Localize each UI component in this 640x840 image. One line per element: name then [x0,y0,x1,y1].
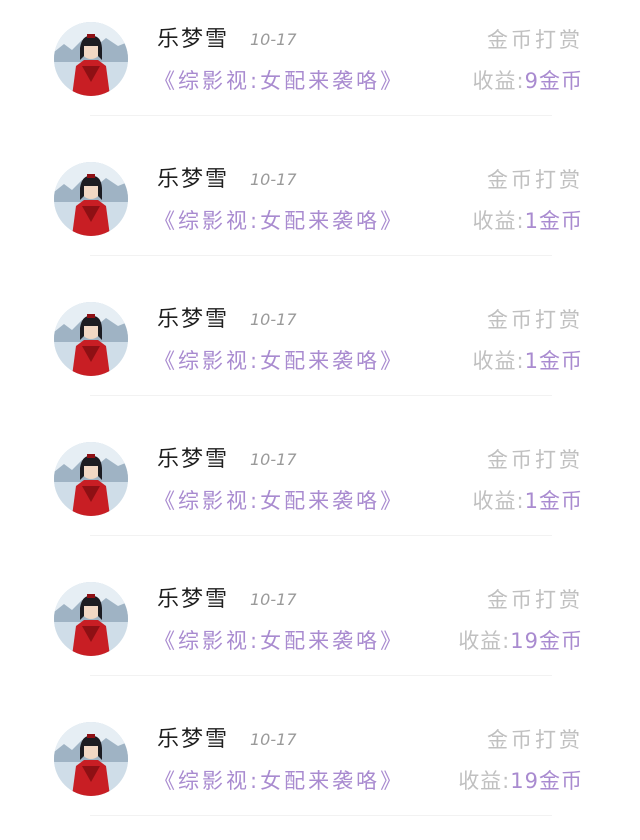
divider [90,675,552,676]
user-name[interactable]: 乐梦雪 [157,585,229,615]
income-label: 收益: [472,209,525,233]
income-value: 1金币 [524,489,583,513]
income-value: 9金币 [524,69,583,93]
reward-type-label: 金币打赏 [487,168,583,192]
reward-type-label: 金币打赏 [487,28,583,52]
list-item[interactable]: 乐梦雪 10-17 《综影视:女配来袭咯》 金币打赏 收益:19金币 [0,700,640,840]
income-label: 收益: [472,489,525,513]
reward-type-label: 金币打赏 [487,448,583,472]
list-item[interactable]: 乐梦雪 10-17 《综影视:女配来袭咯》 金币打赏 收益:9金币 [0,0,640,140]
list-item[interactable]: 乐梦雪 10-17 《综影视:女配来袭咯》 金币打赏 收益:1金币 [0,140,640,280]
avatar[interactable] [54,582,128,656]
list-item[interactable]: 乐梦雪 10-17 《综影视:女配来袭咯》 金币打赏 收益:19金币 [0,560,640,700]
reward-type-label: 金币打赏 [487,308,583,332]
book-title-link[interactable]: 《综影视:女配来袭咯》 [154,206,404,236]
avatar[interactable] [54,162,128,236]
avatar[interactable] [54,722,128,796]
reward-type-label: 金币打赏 [487,728,583,752]
avatar-image [54,582,128,656]
reward-type-label: 金币打赏 [487,588,583,612]
income-value: 1金币 [524,349,583,373]
income-value: 19金币 [510,629,583,653]
book-title-link[interactable]: 《综影视:女配来袭咯》 [154,486,404,516]
date-label: 10-17 [250,450,297,469]
avatar-image [54,442,128,516]
date-label: 10-17 [250,30,297,49]
reward-list: 乐梦雪 10-17 《综影视:女配来袭咯》 金币打赏 收益:9金币 乐梦雪 10… [0,0,640,837]
user-name[interactable]: 乐梦雪 [157,165,229,195]
user-name[interactable]: 乐梦雪 [157,725,229,755]
avatar[interactable] [54,22,128,96]
date-label: 10-17 [250,170,297,189]
book-title-link[interactable]: 《综影视:女配来袭咯》 [154,66,404,96]
income-text: 收益:9金币 [473,66,583,96]
avatar-image [54,162,128,236]
date-label: 10-17 [250,310,297,329]
divider [90,535,552,536]
date-label: 10-17 [250,590,297,609]
user-name[interactable]: 乐梦雪 [157,445,229,475]
income-label: 收益: [472,349,525,373]
avatar-image [54,302,128,376]
avatar[interactable] [54,442,128,516]
income-text: 收益:1金币 [473,486,583,516]
user-name[interactable]: 乐梦雪 [157,305,229,335]
income-text: 收益:19金币 [458,766,583,796]
income-value: 1金币 [524,209,583,233]
list-item[interactable]: 乐梦雪 10-17 《综影视:女配来袭咯》 金币打赏 收益:1金币 [0,420,640,560]
divider [90,115,552,116]
avatar-image [54,722,128,796]
divider [90,815,552,816]
income-label: 收益: [458,629,511,653]
income-label: 收益: [472,69,525,93]
book-title-link[interactable]: 《综影视:女配来袭咯》 [154,626,404,656]
divider [90,255,552,256]
date-label: 10-17 [250,730,297,749]
income-label: 收益: [458,769,511,793]
income-text: 收益:1金币 [473,206,583,236]
income-text: 收益:19金币 [458,626,583,656]
divider [90,395,552,396]
avatar[interactable] [54,302,128,376]
income-text: 收益:1金币 [473,346,583,376]
user-name[interactable]: 乐梦雪 [157,25,229,55]
income-value: 19金币 [510,769,583,793]
book-title-link[interactable]: 《综影视:女配来袭咯》 [154,766,404,796]
book-title-link[interactable]: 《综影视:女配来袭咯》 [154,346,404,376]
list-item[interactable]: 乐梦雪 10-17 《综影视:女配来袭咯》 金币打赏 收益:1金币 [0,280,640,420]
avatar-image [54,22,128,96]
